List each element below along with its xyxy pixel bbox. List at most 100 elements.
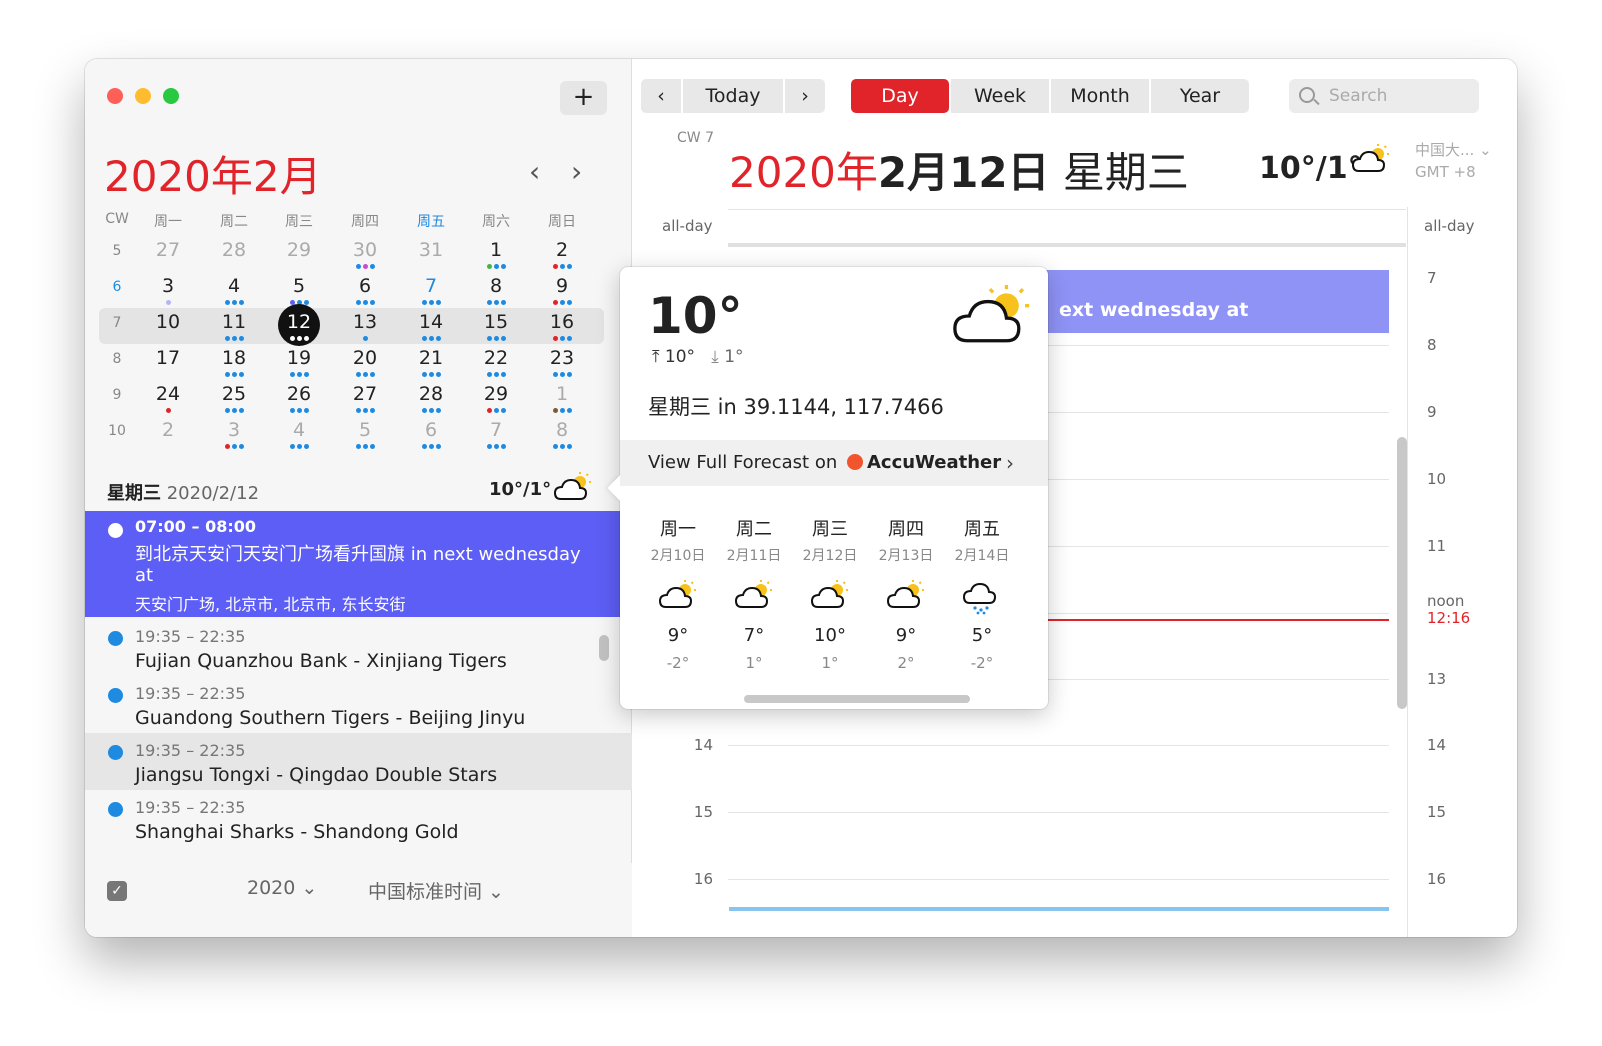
week-number: 7 bbox=[112, 315, 122, 331]
calendar-day[interactable]: 28 bbox=[401, 383, 461, 405]
hour-label-right: 11 bbox=[1427, 537, 1447, 555]
forecast-weekday: 周二 bbox=[736, 519, 772, 540]
calendar-day[interactable]: 24 bbox=[138, 383, 198, 405]
forecast-scrollbar[interactable] bbox=[744, 695, 970, 703]
tab-week[interactable]: Week bbox=[951, 79, 1049, 113]
calendar-day[interactable]: 12 bbox=[269, 311, 329, 333]
calendar-day[interactable]: 10 bbox=[138, 311, 198, 333]
calendar-day[interactable]: 14 bbox=[401, 311, 461, 333]
event-item[interactable]: 19:35 – 22:35 Shanghai Sharks - Shandong … bbox=[85, 790, 632, 847]
weekday-header: 周二 bbox=[220, 214, 248, 230]
calendar-day[interactable]: 20 bbox=[335, 347, 395, 369]
calendar-day[interactable]: 26 bbox=[269, 383, 329, 405]
calendar-day[interactable]: 7 bbox=[466, 419, 526, 441]
year-dropdown[interactable]: 2020 ⌄ bbox=[247, 877, 317, 899]
forecast-day[interactable]: 周三 2月12日 10° 1° bbox=[793, 515, 867, 672]
calendar-day[interactable]: 5 bbox=[335, 419, 395, 441]
event-dots bbox=[466, 444, 526, 450]
calendar-day[interactable]: 6 bbox=[335, 275, 395, 297]
rain-cloud-icon bbox=[962, 579, 1002, 615]
forecast-day[interactable]: 周五 2月14日 5° -2° bbox=[945, 515, 1019, 672]
hour-label-right: 15 bbox=[1427, 803, 1447, 821]
event-dots bbox=[466, 372, 526, 378]
add-event-button[interactable]: + bbox=[560, 81, 607, 115]
calendar-day[interactable]: 29 bbox=[466, 383, 526, 405]
calendar-day[interactable]: 8 bbox=[532, 419, 592, 441]
calendar-day[interactable]: 2 bbox=[138, 419, 198, 441]
calendar-day[interactable]: 21 bbox=[401, 347, 461, 369]
timezone-dropdown[interactable]: 中国标准时间 ⌄ bbox=[368, 877, 504, 904]
calendar-day[interactable]: 4 bbox=[269, 419, 329, 441]
tab-year[interactable]: Year bbox=[1151, 79, 1249, 113]
forecast-day[interactable]: 周一 2月10日 9° -2° bbox=[641, 515, 715, 672]
calendar-day[interactable]: 17 bbox=[138, 347, 198, 369]
calendar-day[interactable]: 30 bbox=[335, 239, 395, 261]
day-temperature[interactable]: 10°/1° bbox=[1259, 144, 1389, 186]
calendar-day[interactable]: 22 bbox=[466, 347, 526, 369]
close-button[interactable] bbox=[107, 88, 123, 104]
weekday-header: 周日 bbox=[548, 214, 576, 230]
event-dots bbox=[138, 300, 198, 306]
event-dot bbox=[108, 745, 123, 760]
hour-label-right: 8 bbox=[1427, 336, 1437, 354]
hour-line bbox=[728, 812, 1389, 813]
event-dots bbox=[466, 300, 526, 306]
allday-divider bbox=[728, 209, 1406, 210]
next-month-button[interactable]: › bbox=[571, 155, 582, 188]
calendar-day[interactable]: 31 bbox=[401, 239, 461, 261]
next-day-button[interactable]: › bbox=[785, 79, 825, 113]
event-dots bbox=[532, 408, 592, 414]
calendar-checkbox[interactable]: ✓ bbox=[107, 881, 127, 901]
calendar-day[interactable]: 27 bbox=[138, 239, 198, 261]
weather-location: 星期三 in 39.1144, 117.7466 bbox=[648, 395, 944, 419]
day-scrollbar[interactable] bbox=[1397, 437, 1407, 709]
calendar-day[interactable]: 29 bbox=[269, 239, 329, 261]
selected-event[interactable]: 07:00 – 08:00 到北京天安门天安门广场看升国旗 in next we… bbox=[85, 511, 632, 617]
search-input[interactable]: Search bbox=[1289, 79, 1479, 113]
event-item[interactable]: 19:35 – 22:35 Jiangsu Tongxi - Qingdao Do… bbox=[85, 733, 632, 790]
prev-month-button[interactable]: ‹ bbox=[529, 155, 540, 188]
calendar-day[interactable]: 28 bbox=[204, 239, 264, 261]
tab-day[interactable]: Day bbox=[851, 79, 949, 113]
hour-label-right: 7 bbox=[1427, 269, 1437, 287]
event-dots bbox=[335, 444, 395, 450]
zoom-button[interactable] bbox=[163, 88, 179, 104]
calendar-day[interactable]: 3 bbox=[204, 419, 264, 441]
calendar-day[interactable]: 8 bbox=[466, 275, 526, 297]
event-dots bbox=[335, 336, 395, 342]
calendar-day[interactable]: 2 bbox=[532, 239, 592, 261]
tab-month[interactable]: Month bbox=[1051, 79, 1149, 113]
calendar-day[interactable]: 7 bbox=[401, 275, 461, 297]
event-item[interactable]: 19:35 – 22:35 Fujian Quanzhou Bank - Xinj… bbox=[85, 619, 632, 676]
calendar-day[interactable]: 11 bbox=[204, 311, 264, 333]
day-weather[interactable]: 10°/1° bbox=[489, 472, 591, 500]
minimize-button[interactable] bbox=[135, 88, 151, 104]
calendar-day[interactable]: 23 bbox=[532, 347, 592, 369]
full-forecast-link[interactable]: View Full Forecast on AccuWeather › bbox=[620, 440, 1048, 486]
calendar-day[interactable]: 3 bbox=[138, 275, 198, 297]
calendar-day[interactable]: 6 bbox=[401, 419, 461, 441]
forecast-day[interactable]: 周二 2月11日 7° 1° bbox=[717, 515, 791, 672]
calendar-day[interactable]: 5 bbox=[269, 275, 329, 297]
forecast-day[interactable]: 周四 2月13日 9° 2° bbox=[869, 515, 943, 672]
forecast-date: 2月10日 bbox=[650, 548, 706, 564]
calendar-day[interactable]: 1 bbox=[532, 383, 592, 405]
calendar-day[interactable]: 15 bbox=[466, 311, 526, 333]
calendar-day[interactable]: 25 bbox=[204, 383, 264, 405]
bottom-event-strip bbox=[729, 907, 1389, 911]
calendar-day[interactable]: 9 bbox=[532, 275, 592, 297]
event-dots bbox=[204, 444, 264, 450]
calendar-day[interactable]: 1 bbox=[466, 239, 526, 261]
today-button[interactable]: Today bbox=[683, 79, 783, 113]
prev-day-button[interactable]: ‹ bbox=[641, 79, 681, 113]
calendar-day[interactable]: 4 bbox=[204, 275, 264, 297]
calendar-day[interactable]: 18 bbox=[204, 347, 264, 369]
hour-line bbox=[728, 879, 1389, 880]
calendar-day[interactable]: 19 bbox=[269, 347, 329, 369]
calendar-day[interactable]: 27 bbox=[335, 383, 395, 405]
event-item[interactable]: 19:35 – 22:35 Guandong Southern Tigers - … bbox=[85, 676, 632, 733]
calendar-day[interactable]: 13 bbox=[335, 311, 395, 333]
sidebar-scrollbar[interactable] bbox=[599, 635, 609, 661]
timezone-selector[interactable]: 中国大... ⌄ GMT +8 bbox=[1415, 139, 1492, 183]
calendar-day[interactable]: 16 bbox=[532, 311, 592, 333]
